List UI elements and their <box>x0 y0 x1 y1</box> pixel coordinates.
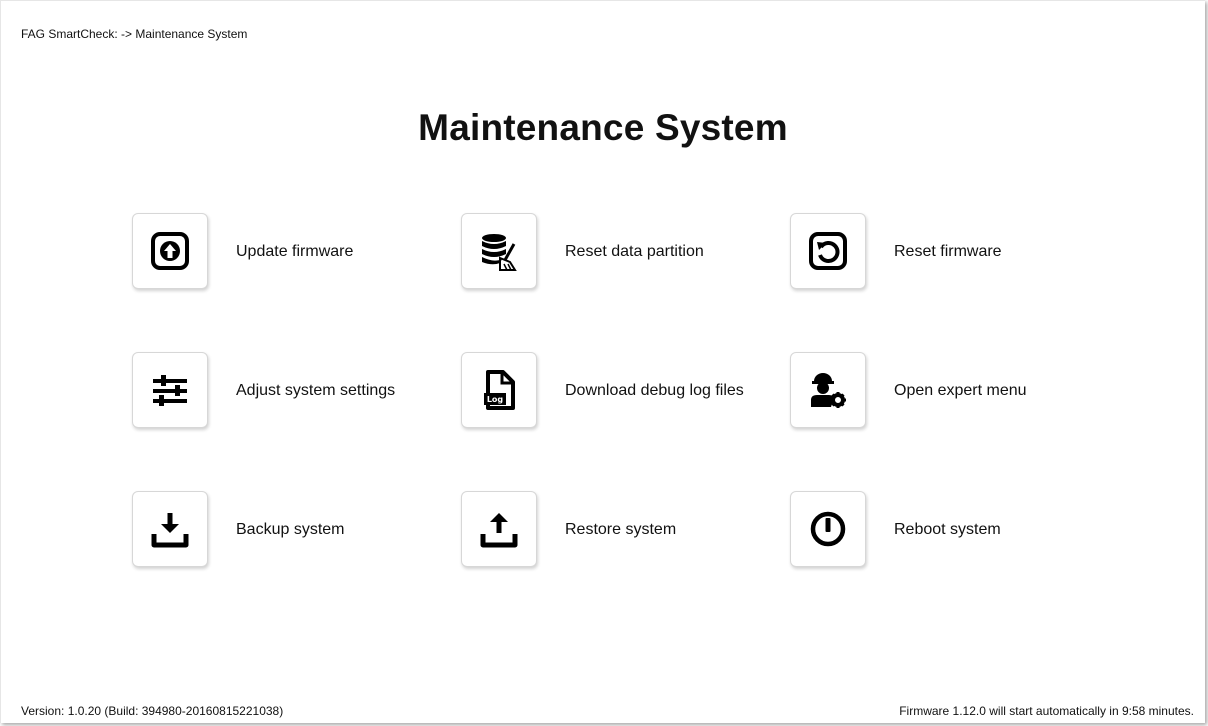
backup-system-action[interactable]: Backup system <box>132 490 452 568</box>
adjust-system-settings-button[interactable] <box>132 352 208 428</box>
backup-system-button[interactable] <box>132 491 208 567</box>
download-debug-log-files-label: Download debug log files <box>565 381 744 399</box>
power-icon <box>810 511 846 547</box>
restore-system-action[interactable]: Restore system <box>461 490 781 568</box>
adjust-system-settings-action[interactable]: Adjust system settings <box>132 351 452 429</box>
backup-system-label: Backup system <box>236 520 345 538</box>
reset-firmware-button[interactable] <box>790 213 866 289</box>
reset-data-partition-action[interactable]: Reset data partition <box>461 212 781 290</box>
svg-text:Log: Log <box>487 395 504 404</box>
version-info: Version: 1.0.20 (Build: 394980-201608152… <box>21 704 284 718</box>
breadcrumb: FAG SmartCheck: -> Maintenance System <box>21 27 248 41</box>
restore-system-button[interactable] <box>461 491 537 567</box>
upload-circle-icon <box>151 232 189 270</box>
reset-arrow-icon <box>809 232 847 270</box>
reboot-system-label: Reboot system <box>894 520 1001 538</box>
page-title: Maintenance System <box>418 107 788 148</box>
restore-system-label: Restore system <box>565 520 677 538</box>
update-firmware-button[interactable] <box>132 213 208 289</box>
download-debug-log-files-action[interactable]: Log Download debug log files <box>461 351 781 429</box>
firmware-countdown: Firmware 1.12.0 will start automatically… <box>899 704 1194 718</box>
expert-user-gear-icon <box>811 373 846 408</box>
download-tray-icon <box>151 513 189 548</box>
reset-data-partition-label: Reset data partition <box>565 242 704 260</box>
open-expert-menu-action[interactable]: Open expert menu <box>790 351 1110 429</box>
reboot-system-button[interactable] <box>790 491 866 567</box>
sliders-icon <box>153 375 187 406</box>
adjust-system-settings-label: Adjust system settings <box>236 381 396 399</box>
reset-firmware-label: Reset firmware <box>894 242 1002 260</box>
open-expert-menu-button[interactable] <box>790 352 866 428</box>
log-file-icon: Log <box>484 370 515 410</box>
update-firmware-action[interactable]: Update firmware <box>132 212 452 290</box>
upload-tray-icon <box>480 513 518 548</box>
download-debug-log-files-button[interactable]: Log <box>461 352 537 428</box>
open-expert-menu-label: Open expert menu <box>894 381 1027 399</box>
reset-data-partition-button[interactable] <box>461 213 537 289</box>
reset-firmware-action[interactable]: Reset firmware <box>790 212 1110 290</box>
page-frame: FAG SmartCheck: -> Maintenance System Ma… <box>0 0 1205 723</box>
update-firmware-label: Update firmware <box>236 242 354 260</box>
reboot-system-action[interactable]: Reboot system <box>790 490 1110 568</box>
database-broom-icon <box>482 234 517 271</box>
